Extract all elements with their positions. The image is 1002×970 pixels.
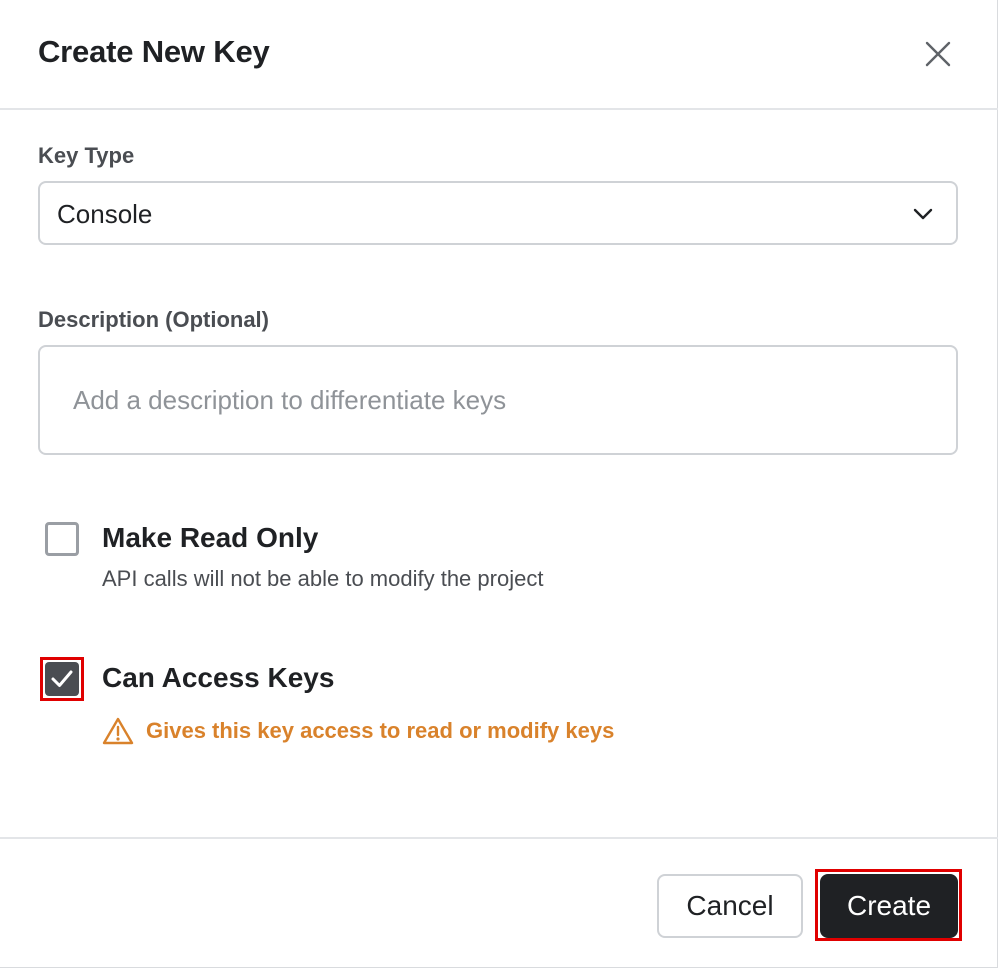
dialog-header: Create New Key xyxy=(0,0,998,110)
cancel-button[interactable]: Cancel xyxy=(657,874,803,938)
description-input[interactable] xyxy=(38,345,958,455)
create-button[interactable]: Create xyxy=(820,874,958,938)
dialog-footer: Cancel Create xyxy=(0,837,998,968)
chevron-down-icon xyxy=(913,208,933,220)
access-keys-warning: Gives this key access to read or modify … xyxy=(102,714,614,748)
create-key-dialog: Create New Key Key Type Console Descript… xyxy=(0,0,998,968)
key-type-select[interactable]: Console xyxy=(38,181,958,245)
close-button[interactable] xyxy=(918,34,958,74)
warning-icon xyxy=(102,717,134,745)
access-keys-label[interactable]: Can Access Keys xyxy=(102,662,334,694)
dialog-title: Create New Key xyxy=(38,34,270,69)
key-type-label: Key Type xyxy=(38,143,135,168)
read-only-description: API calls will not be able to modify the… xyxy=(102,566,544,591)
access-keys-checkbox[interactable] xyxy=(45,662,79,696)
checkmark-icon xyxy=(51,670,73,687)
key-type-selected-value: Console xyxy=(57,199,153,229)
warning-text: Gives this key access to read or modify … xyxy=(146,718,615,743)
description-label: Description (Optional) xyxy=(38,307,269,332)
read-only-label[interactable]: Make Read Only xyxy=(102,522,318,554)
close-icon xyxy=(925,41,951,67)
read-only-checkbox[interactable] xyxy=(45,522,79,556)
